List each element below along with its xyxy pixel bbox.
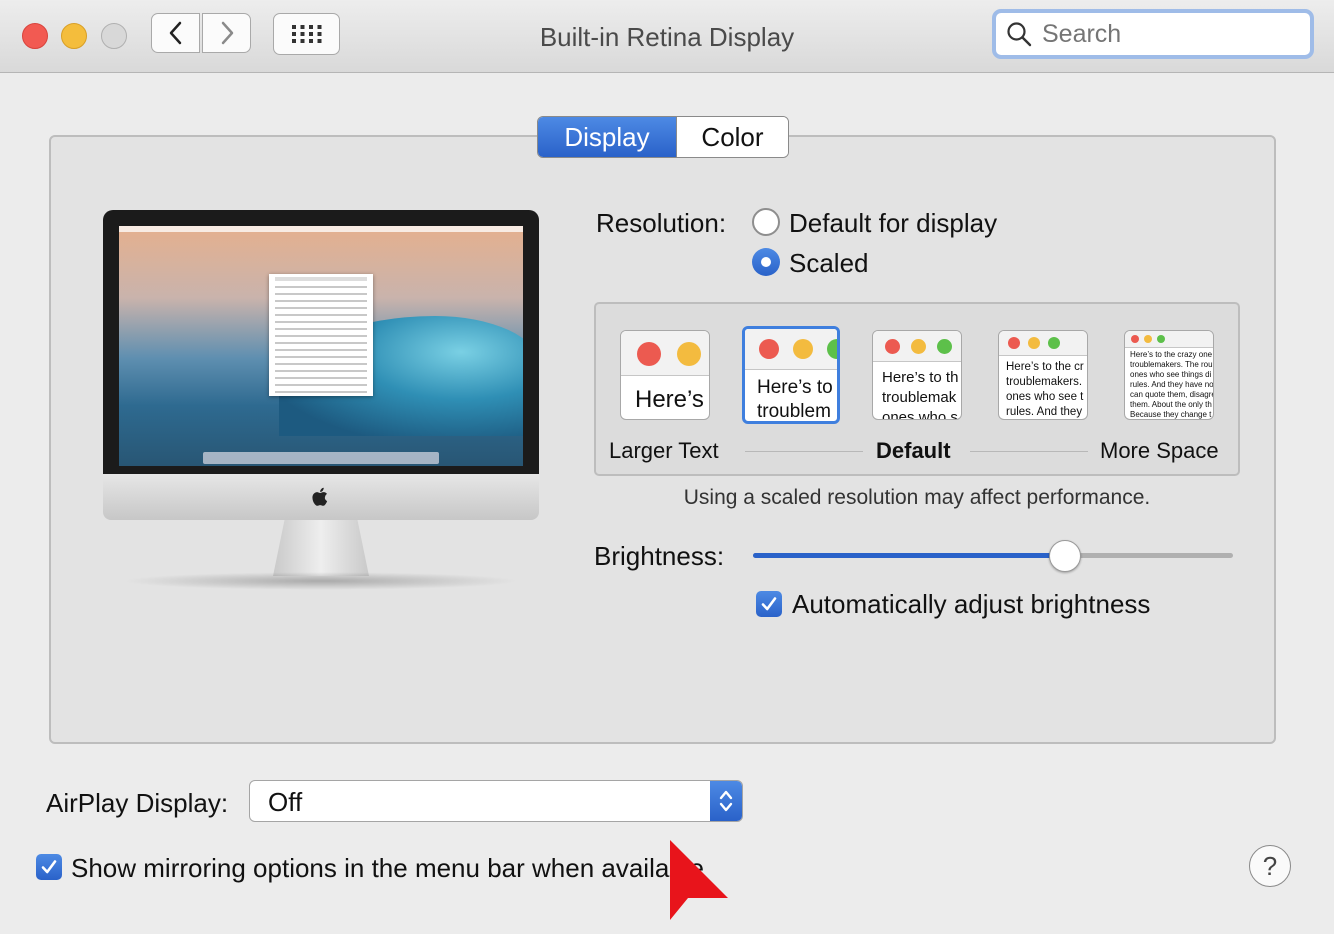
scale-option-default[interactable]: Here’s to troublem <box>742 326 840 424</box>
scale-option-larger-text[interactable]: Here’s <box>620 330 710 420</box>
scale-sample-line: Here’s to the cr <box>1006 361 1084 373</box>
default-label: Default <box>876 438 951 463</box>
airplay-display-popup[interactable]: Off <box>249 780 743 822</box>
mirroring-label[interactable]: Show mirroring options in the menu bar w… <box>71 853 704 884</box>
scale-sample-line: troublemakers. <box>1006 376 1083 388</box>
brightness-slider[interactable] <box>753 553 1233 558</box>
scaled-label[interactable]: Scaled <box>789 248 869 279</box>
auto-brightness-checkbox[interactable] <box>756 591 782 617</box>
cursor-arrow-icon <box>670 840 728 920</box>
scale-divider-right <box>970 451 1088 452</box>
scale-sample-line: Here’s to the crazy one <box>1130 350 1213 359</box>
performance-note: Using a scaled resolution may affect per… <box>683 486 1151 509</box>
scale-sample-line: troublem <box>757 401 831 422</box>
help-button[interactable]: ? <box>1249 845 1291 887</box>
brightness-slider-fill <box>753 553 1065 558</box>
imac-shadow <box>123 572 519 590</box>
search-box[interactable] <box>992 9 1314 59</box>
search-input[interactable] <box>1040 18 1304 50</box>
imac-chin <box>103 474 539 520</box>
scale-option-more-space[interactable]: Here’s to the crazy one troublemakers. T… <box>1124 330 1214 420</box>
auto-brightness-label[interactable]: Automatically adjust brightness <box>792 589 1150 620</box>
airplay-display-label: AirPlay Display: <box>46 788 229 818</box>
scale-sample-line: them. About the only th <box>1130 400 1212 409</box>
imac-screen <box>119 226 523 466</box>
scale-option-4[interactable]: Here’s to the cr troublemakers. ones who… <box>998 330 1088 420</box>
updown-arrows-icon <box>710 781 742 821</box>
display-illustration <box>103 210 539 590</box>
apple-logo-icon <box>312 487 328 506</box>
screen-menubar <box>119 226 523 232</box>
scale-sample-line: Here’s to th <box>882 369 959 386</box>
tab-control: Display Color <box>537 116 789 158</box>
brightness-slider-knob[interactable] <box>1049 540 1081 572</box>
scale-sample-line: Here’s to <box>757 377 833 398</box>
scale-sample-line: ones who see t <box>1006 391 1084 403</box>
tab-color[interactable]: Color <box>676 117 788 157</box>
checkmark-icon <box>761 597 777 611</box>
tab-display[interactable]: Display <box>538 117 676 157</box>
scale-sample-line: troublemak <box>882 389 957 406</box>
resolution-label: Resolution: <box>596 208 727 238</box>
scale-sample-line: Because they change t <box>1130 410 1212 419</box>
screen-dock <box>203 452 439 464</box>
imac-stand <box>273 520 369 576</box>
mirroring-checkbox[interactable] <box>36 854 62 880</box>
title-bar: Built-in Retina Display <box>0 0 1334 73</box>
scale-sample-line: rules. And they <box>1006 406 1083 418</box>
default-for-display-label[interactable]: Default for display <box>789 208 997 239</box>
more-space-label: More Space <box>1100 438 1219 463</box>
scale-sample-text: Here’s <box>635 386 704 413</box>
radio-scaled[interactable] <box>752 248 780 276</box>
larger-text-label: Larger Text <box>609 438 719 463</box>
scale-option-3[interactable]: Here’s to th troublemak ones who s <box>872 330 962 420</box>
brightness-label: Brightness: <box>594 541 725 571</box>
scale-divider-left <box>745 451 863 452</box>
scale-sample-line: troublemakers. The rou <box>1130 360 1213 369</box>
scale-sample-line: ones who s <box>882 409 958 420</box>
scale-sample-line: rules. And they have no <box>1130 380 1213 389</box>
airplay-display-value: Off <box>268 787 303 817</box>
radio-default-for-display[interactable] <box>752 208 780 236</box>
scale-sample-line: ones who see things di <box>1130 370 1212 379</box>
scale-sample-line: can quote them, disagre <box>1130 390 1213 399</box>
search-icon <box>1007 22 1032 47</box>
screen-document-window <box>269 274 373 396</box>
checkmark-icon <box>41 860 57 874</box>
